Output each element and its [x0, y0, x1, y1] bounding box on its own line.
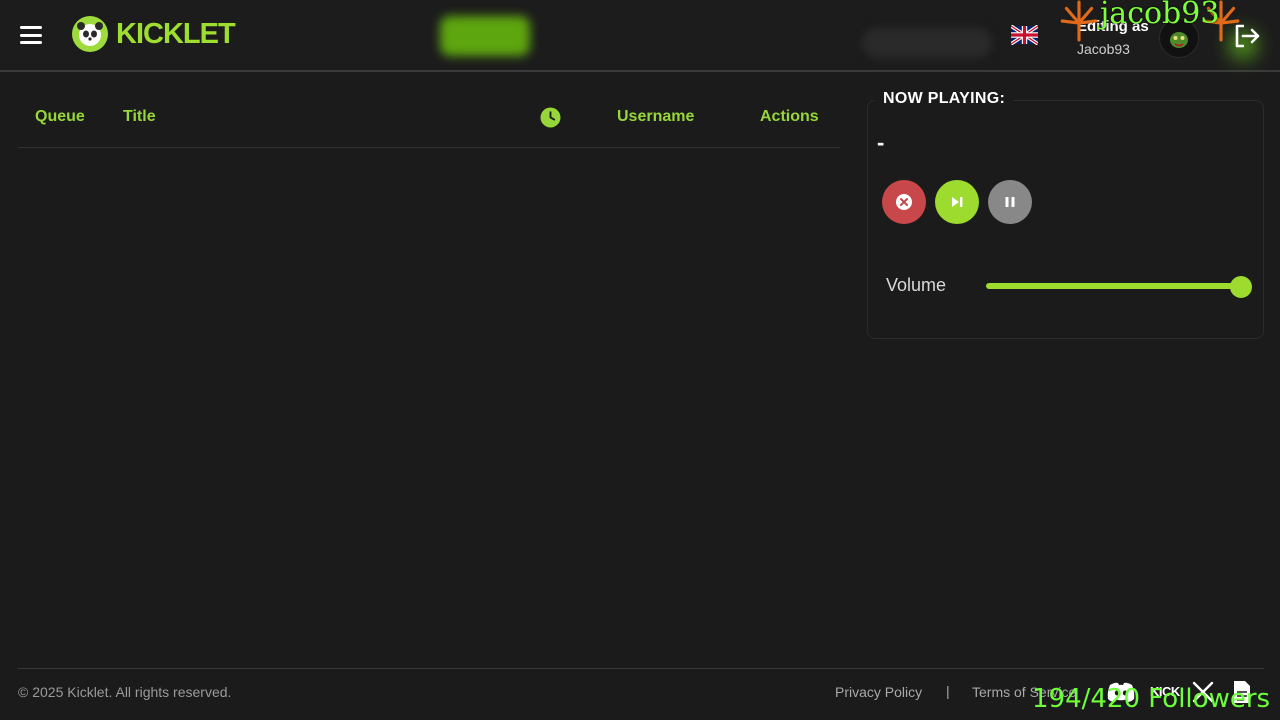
menu-bar — [20, 41, 42, 44]
column-title[interactable]: Title — [123, 108, 156, 126]
volume-slider-thumb[interactable] — [1230, 276, 1252, 298]
stop-button[interactable] — [882, 180, 926, 224]
leaf-decoration-icon — [1060, 0, 1098, 42]
now-playing-heading: NOW PLAYING: — [875, 90, 1014, 108]
blurred-button[interactable] — [440, 16, 530, 56]
hamburger-menu-button[interactable] — [18, 24, 44, 46]
menu-bar — [20, 33, 42, 37]
editing-username: Jacob93 — [1077, 41, 1130, 57]
footer-separator: | — [946, 683, 950, 699]
skip-next-icon — [952, 197, 963, 207]
menu-bar — [20, 26, 42, 29]
privacy-policy-link[interactable]: Privacy Policy — [835, 684, 922, 700]
pause-icon — [1005, 197, 1015, 207]
copyright-text: © 2025 Kicklet. All rights reserved. — [18, 684, 232, 700]
uk-flag-icon[interactable] — [1011, 25, 1038, 45]
brand-logo[interactable]: KICKLET — [72, 16, 236, 52]
panda-logo-icon — [72, 16, 108, 52]
now-playing-panel — [867, 100, 1264, 339]
column-actions: Actions — [760, 108, 819, 125]
column-queue[interactable]: Queue — [35, 108, 85, 126]
blurred-search[interactable] — [862, 28, 992, 58]
volume-slider-track[interactable] — [986, 283, 1240, 289]
current-track: - — [877, 130, 885, 155]
stream-overlay-name: jacob93 — [1100, 0, 1220, 31]
volume-label: Volume — [886, 275, 947, 295]
skip-button[interactable] — [935, 180, 979, 224]
queue-table-header: Queue Title Username Actions — [18, 86, 840, 148]
pause-button[interactable] — [988, 180, 1032, 224]
top-bar: KICKLET Editing as Jacob93 jacob93 — [0, 0, 1280, 72]
close-circle-icon — [896, 194, 912, 210]
clock-icon — [540, 107, 561, 128]
brand-name: KICKLET — [116, 17, 236, 50]
column-username[interactable]: Username — [617, 108, 694, 126]
footer-divider — [18, 668, 1264, 669]
followers-overlay: 194/420 Followers — [1032, 684, 1271, 714]
